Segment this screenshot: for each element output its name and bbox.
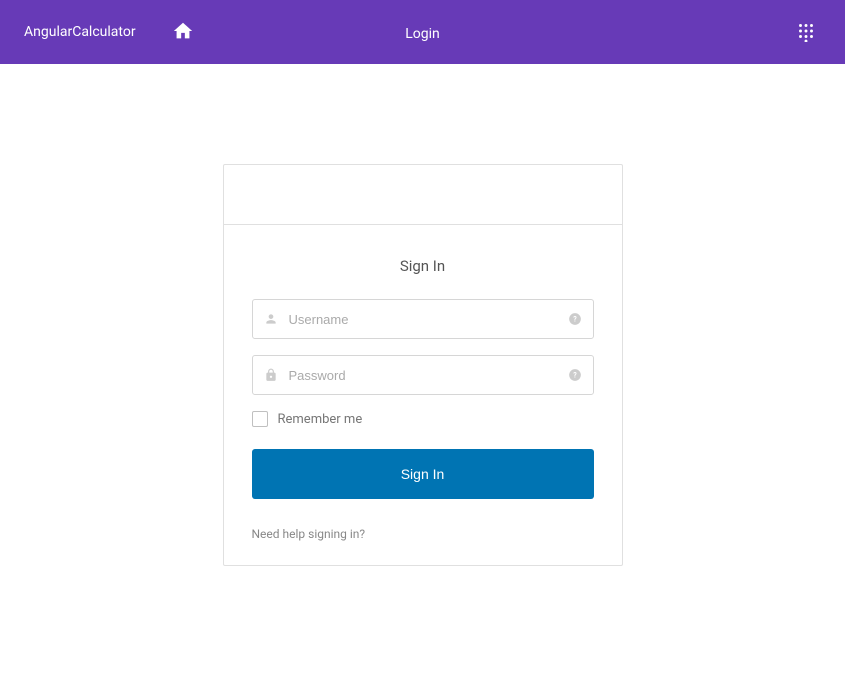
svg-text:?: ? — [573, 371, 577, 379]
password-help-icon[interactable]: ? — [568, 368, 582, 382]
dialpad-button[interactable] — [791, 16, 821, 49]
lock-icon — [264, 368, 278, 382]
header-center: Login — [405, 23, 440, 42]
username-group: ? — [252, 299, 594, 339]
card-body: Sign In ? — [224, 225, 622, 565]
login-page-label: Login — [405, 26, 440, 42]
app-header: AngularCalculator Login — [0, 0, 845, 64]
user-icon — [264, 312, 278, 326]
login-card: Sign In ? — [223, 164, 623, 566]
remember-me-row: Remember me — [252, 411, 594, 427]
password-group: ? — [252, 355, 594, 395]
password-input[interactable] — [252, 355, 594, 395]
signin-title: Sign In — [252, 257, 594, 275]
main-content: Sign In ? — [0, 64, 845, 566]
header-left: AngularCalculator — [24, 16, 198, 49]
home-icon — [172, 20, 194, 45]
svg-text:?: ? — [573, 315, 577, 323]
dialpad-icon — [795, 20, 817, 45]
username-input[interactable] — [252, 299, 594, 339]
username-help-icon[interactable]: ? — [568, 312, 582, 326]
help-signing-in-link[interactable]: Need help signing in? — [252, 527, 594, 541]
card-header — [224, 165, 622, 225]
signin-button[interactable]: Sign In — [252, 449, 594, 499]
remember-me-label: Remember me — [278, 412, 363, 427]
home-button[interactable] — [168, 16, 198, 49]
remember-me-checkbox[interactable] — [252, 411, 268, 427]
app-title: AngularCalculator — [24, 24, 136, 40]
